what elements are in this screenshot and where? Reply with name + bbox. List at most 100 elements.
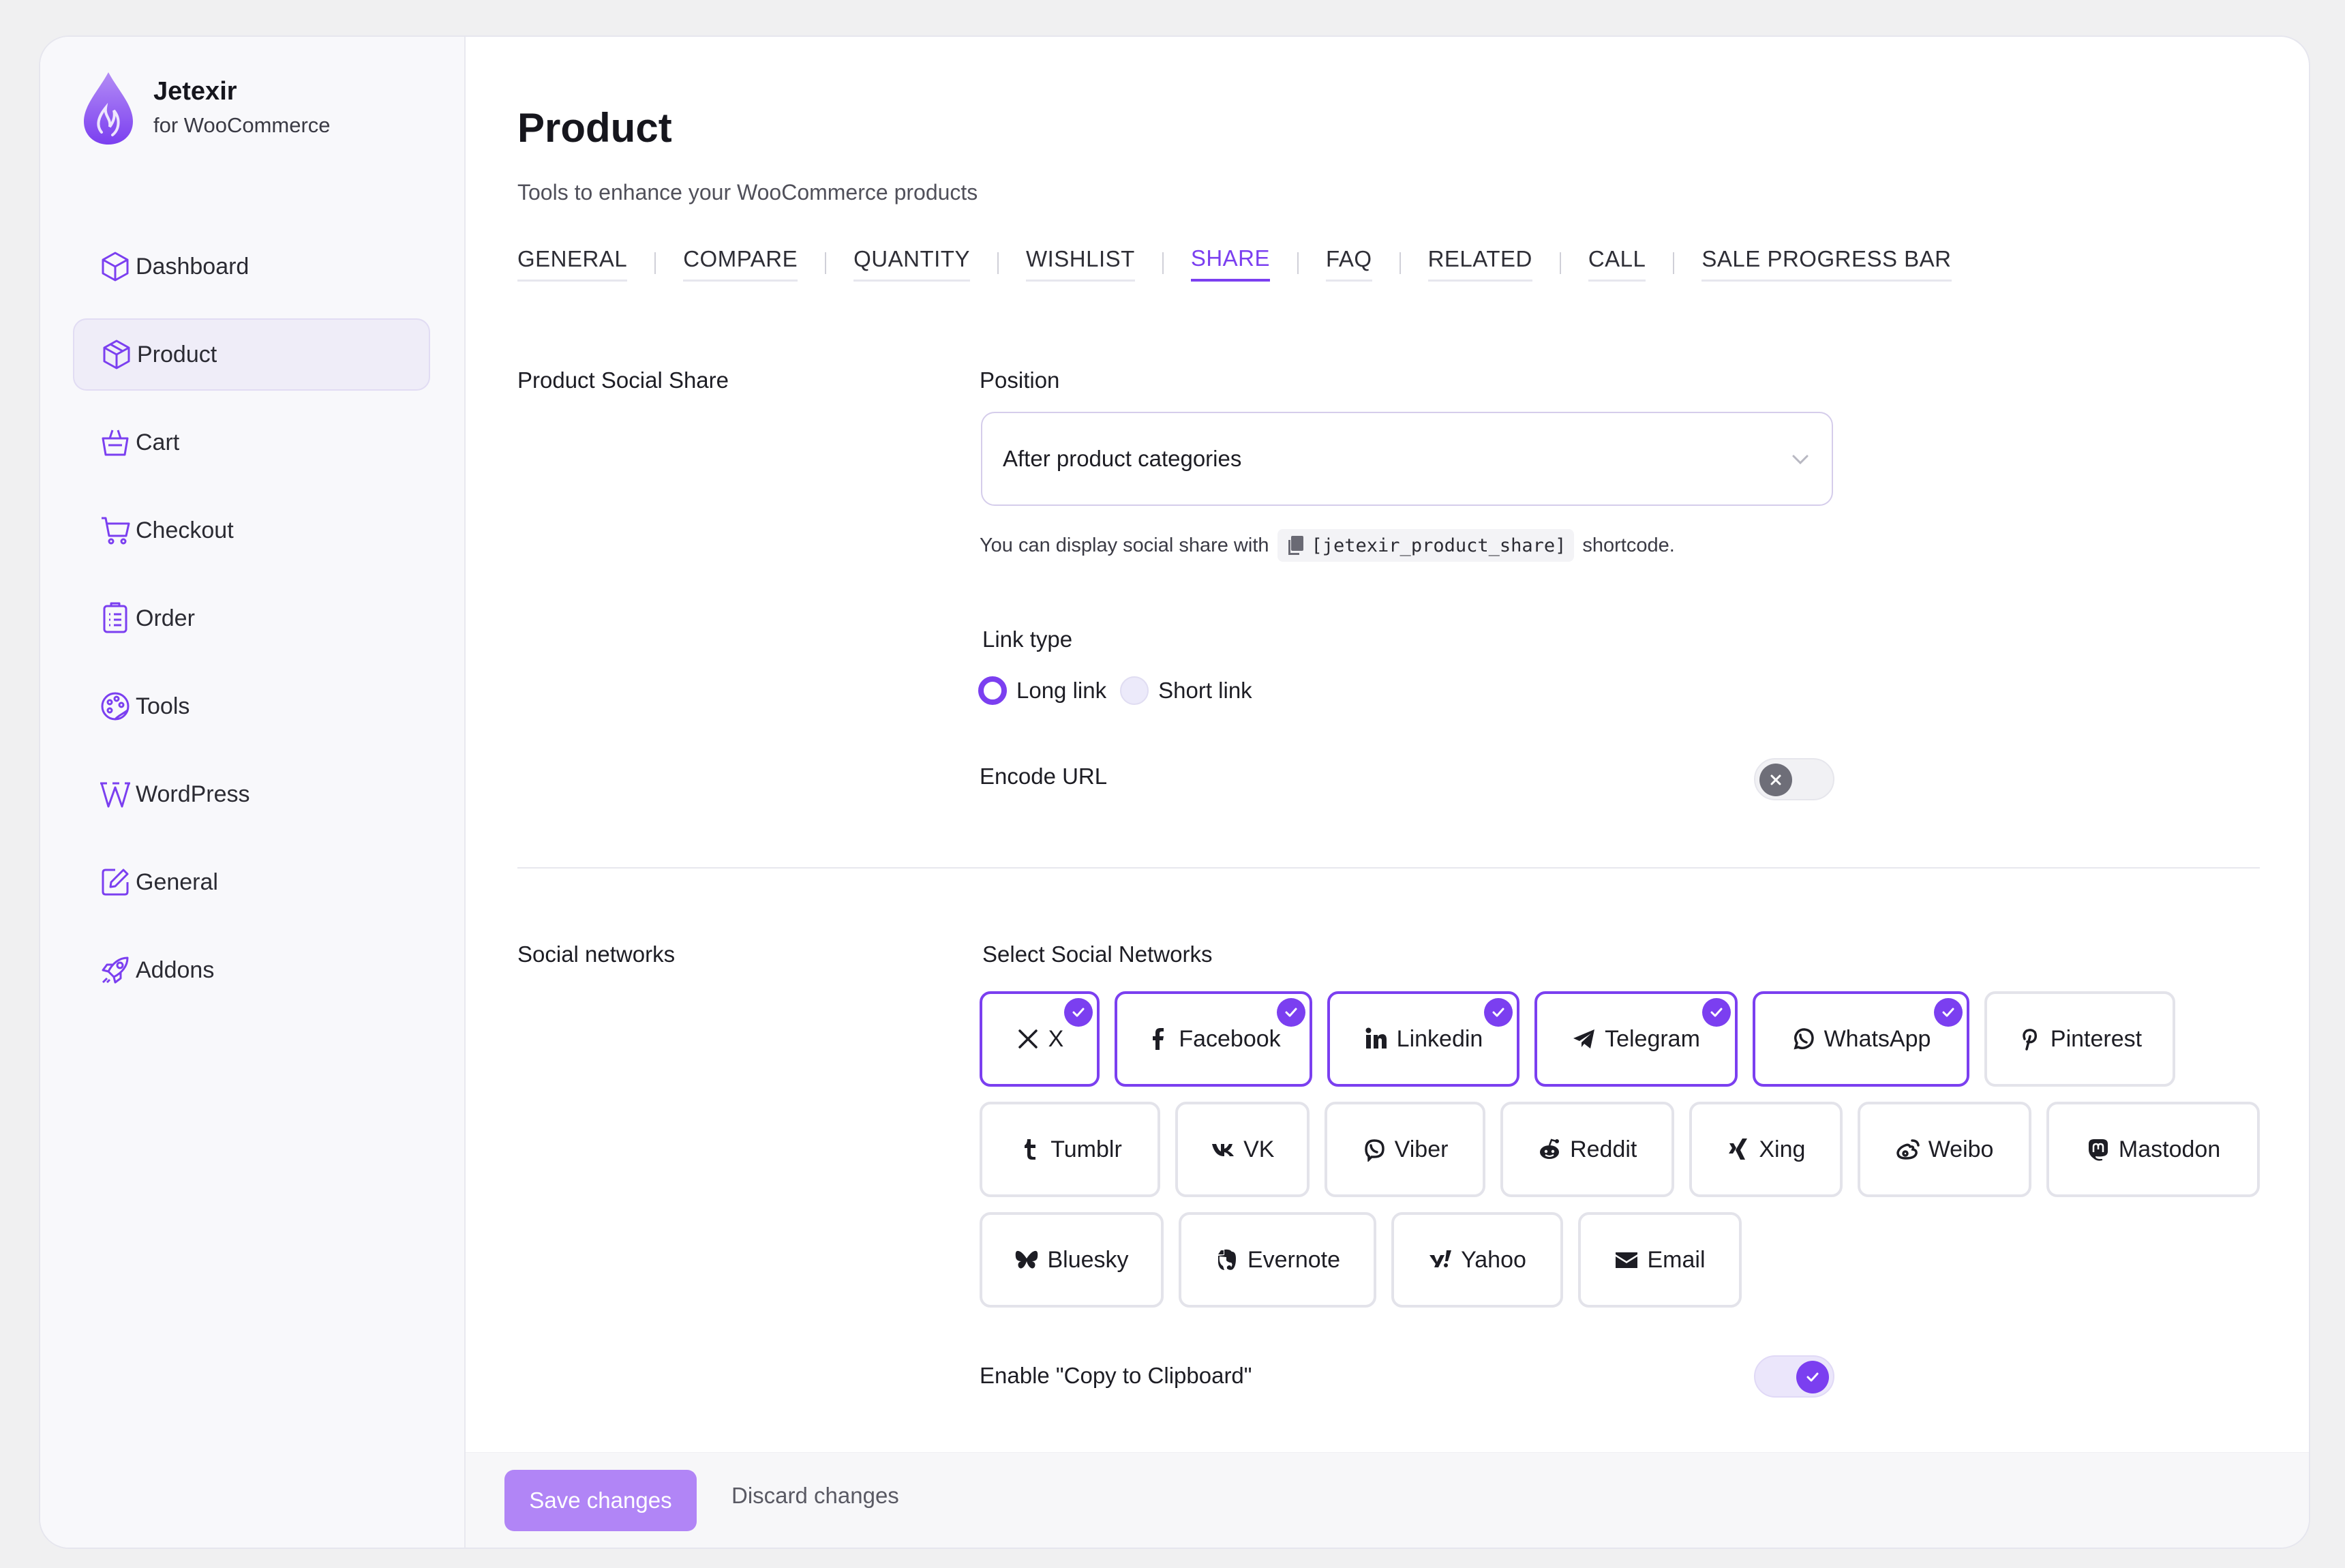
network-label: Tumblr <box>1050 1136 1122 1162</box>
network-pinterest[interactable]: Pinterest <box>1984 991 2175 1087</box>
sidebar-item-addons[interactable]: Addons <box>73 934 430 1006</box>
bluesky-icon <box>1014 1248 1039 1272</box>
sidebar-item-label: Cart <box>136 429 180 455</box>
social-network-grid: X Facebook Linkedin Telegram WhatsApp Pi… <box>980 991 2275 1323</box>
network-xing[interactable]: Xing <box>1689 1102 1843 1197</box>
brand-name: Jetexir <box>153 77 237 106</box>
brand-subtitle: for WooCommerce <box>153 113 331 137</box>
viber-icon <box>1362 1137 1387 1162</box>
sidebar-item-checkout[interactable]: Checkout <box>73 494 430 567</box>
tab-quantity[interactable]: QUANTITY <box>853 245 970 282</box>
position-label: Position <box>980 367 1060 393</box>
radio-long-link[interactable]: Long link <box>978 676 1106 705</box>
sidebar-item-general[interactable]: General <box>73 846 430 918</box>
network-reddit[interactable]: Reddit <box>1500 1102 1674 1197</box>
sidebar-item-label: Dashboard <box>136 253 249 280</box>
network-bluesky[interactable]: Bluesky <box>980 1212 1164 1308</box>
envelope-icon <box>1614 1248 1639 1272</box>
link-type-label: Link type <box>982 627 1073 652</box>
rocket-icon <box>99 954 132 986</box>
network-weibo[interactable]: Weibo <box>1858 1102 2032 1197</box>
network-label: Facebook <box>1179 1025 1281 1052</box>
network-yahoo[interactable]: Yahoo <box>1391 1212 1563 1308</box>
sidebar-item-product[interactable]: Product <box>73 318 430 391</box>
network-row: Tumblr VK Viber Reddit Xing Weibo Mastod… <box>980 1102 2275 1197</box>
shortcode-hint: You can display social share with [jetex… <box>980 529 1675 562</box>
network-linkedin[interactable]: Linkedin <box>1327 991 1519 1087</box>
network-x[interactable]: X <box>980 991 1100 1087</box>
tab-separator <box>1162 252 1164 274</box>
close-icon <box>1770 774 1781 785</box>
tab-related[interactable]: RELATED <box>1427 245 1532 282</box>
tab-sale-progress-bar[interactable]: SALE PROGRESS BAR <box>1701 245 1952 282</box>
network-email[interactable]: Email <box>1578 1212 1742 1308</box>
radio-label: Long link <box>1016 678 1107 703</box>
shortcode-copy[interactable]: [jetexir_product_share] <box>1277 529 1575 562</box>
network-viber[interactable]: Viber <box>1325 1102 1485 1197</box>
network-whatsapp[interactable]: WhatsApp <box>1753 991 1969 1087</box>
jetexir-logo-icon <box>84 72 133 145</box>
toggle-knob <box>1796 1361 1829 1393</box>
tab-wishlist[interactable]: WISHLIST <box>1025 245 1135 282</box>
network-tumblr[interactable]: Tumblr <box>980 1102 1161 1197</box>
network-mastodon[interactable]: Mastodon <box>2046 1102 2260 1197</box>
network-telegram[interactable]: Telegram <box>1534 991 1738 1087</box>
check-icon <box>1277 998 1305 1027</box>
sidebar-item-tools[interactable]: Tools <box>73 670 430 742</box>
wordpress-icon <box>99 778 132 811</box>
linkedin-icon <box>1364 1027 1389 1051</box>
position-select[interactable]: After product categories <box>981 412 1833 506</box>
select-social-networks-label: Select Social Networks <box>982 941 1213 967</box>
sidebar-item-cart[interactable]: Cart <box>73 406 430 479</box>
tab-faq[interactable]: FAQ <box>1326 245 1372 282</box>
sidebar-item-label: Order <box>136 605 195 631</box>
network-label: Mastodon <box>2118 1136 2221 1162</box>
clipboard-label: Enable "Copy to Clipboard" <box>980 1363 1252 1388</box>
sidebar-item-label: Checkout <box>136 517 234 543</box>
check-icon <box>1806 1372 1819 1382</box>
sidebar-item-order[interactable]: Order <box>73 582 430 654</box>
radio-indicator-checked <box>978 676 1007 705</box>
tab-call[interactable]: CALL <box>1588 245 1646 282</box>
clipboard-toggle[interactable] <box>1754 1355 1834 1398</box>
radio-short-link[interactable]: Short link <box>1120 676 1252 705</box>
network-vk[interactable]: VK <box>1175 1102 1310 1197</box>
vk-icon <box>1211 1137 1235 1162</box>
facebook-icon <box>1146 1027 1170 1051</box>
network-label: Xing <box>1759 1136 1806 1162</box>
save-changes-button[interactable]: Save changes <box>504 1470 697 1531</box>
check-icon <box>1484 998 1513 1027</box>
tab-share[interactable]: SHARE <box>1190 245 1271 282</box>
footer-action-bar: Save changes Discard changes <box>466 1452 2309 1548</box>
network-label: Linkedin <box>1396 1025 1483 1052</box>
encode-url-label: Encode URL <box>980 764 1108 789</box>
page-title: Product <box>517 105 672 151</box>
tab-general[interactable]: GENERAL <box>517 245 628 282</box>
check-icon <box>1702 998 1731 1027</box>
evernote-icon <box>1215 1248 1239 1272</box>
link-type-radio-group: Long link Short link <box>978 676 1266 705</box>
xing-icon <box>1726 1137 1751 1162</box>
network-label: Weibo <box>1928 1136 1994 1162</box>
palette-icon <box>99 690 132 723</box>
encode-url-toggle[interactable] <box>1754 758 1834 800</box>
position-select-value: After product categories <box>1003 446 1242 471</box>
network-evernote[interactable]: Evernote <box>1179 1212 1376 1308</box>
sidebar-item-wordpress[interactable]: WordPress <box>73 758 430 830</box>
network-facebook[interactable]: Facebook <box>1115 991 1312 1087</box>
section-label-product-social-share: Product Social Share <box>517 367 729 393</box>
brand: Jetexir for WooCommerce <box>81 70 331 146</box>
radio-label: Short link <box>1158 678 1252 703</box>
tab-separator <box>1673 252 1675 274</box>
reddit-icon <box>1537 1137 1562 1162</box>
discard-changes-button[interactable]: Discard changes <box>731 1483 899 1509</box>
tab-compare[interactable]: COMPARE <box>683 245 798 282</box>
sidebar: Jetexir for WooCommerce Dashboard Produc… <box>40 37 466 1548</box>
network-row: Bluesky Evernote Yahoo Email <box>980 1212 2275 1308</box>
network-label: VK <box>1243 1136 1275 1162</box>
yahoo-icon <box>1428 1248 1453 1272</box>
sidebar-item-dashboard[interactable]: Dashboard <box>73 230 430 303</box>
clipboard-list-icon <box>99 602 132 635</box>
x-icon <box>1016 1027 1040 1051</box>
network-label: Reddit <box>1570 1136 1637 1162</box>
